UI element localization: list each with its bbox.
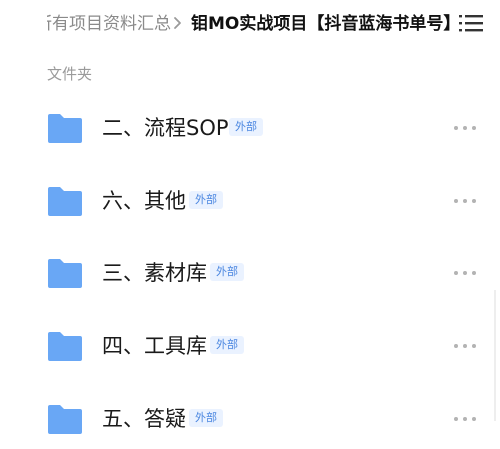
folder-row[interactable]: 三、素材库 外部 <box>0 243 500 303</box>
breadcrumb-current: 钼MO实战项目【抖音蓝海书单号】 <box>191 14 461 34</box>
external-badge: 外部 <box>210 263 244 281</box>
scrollbar-track[interactable] <box>494 290 496 421</box>
more-icon[interactable] <box>452 338 478 354</box>
menu-list-icon[interactable] <box>458 12 484 34</box>
folder-row[interactable]: 四、工具库 外部 <box>0 316 500 376</box>
section-label-folders: 文件夹 <box>47 65 93 83</box>
external-badge: 外部 <box>229 118 263 136</box>
more-icon[interactable] <box>452 411 478 427</box>
more-icon[interactable] <box>452 265 478 281</box>
external-badge: 外部 <box>189 191 223 209</box>
folder-name: 五、答疑 <box>102 407 186 431</box>
folder-name: 六、其他 <box>102 189 186 213</box>
chevron-right-icon <box>174 17 181 29</box>
breadcrumb-parent-label[interactable]: 所有项目资料汇总 <box>47 12 171 36</box>
breadcrumb-parent[interactable]: 所有项目资料汇总 <box>47 12 171 36</box>
folder-row[interactable]: 六、其他 外部 <box>0 171 500 231</box>
folder-icon <box>48 332 82 361</box>
folder-icon <box>48 405 82 434</box>
folder-row[interactable]: 五、答疑 外部 <box>0 389 500 449</box>
external-badge: 外部 <box>189 409 223 427</box>
top-bar: 所有项目资料汇总 钼MO实战项目【抖音蓝海书单号】 <box>0 0 500 46</box>
folder-icon <box>48 114 82 143</box>
more-icon[interactable] <box>452 120 478 136</box>
external-badge: 外部 <box>210 336 244 354</box>
folder-icon <box>48 187 82 216</box>
folder-name: 四、工具库 <box>102 334 207 358</box>
folder-name: 二、流程SOP <box>102 116 229 140</box>
folder-icon <box>48 259 82 288</box>
more-icon[interactable] <box>452 193 478 209</box>
folder-row[interactable]: 二、流程SOP 外部 <box>0 98 500 158</box>
folder-name: 三、素材库 <box>102 261 207 285</box>
